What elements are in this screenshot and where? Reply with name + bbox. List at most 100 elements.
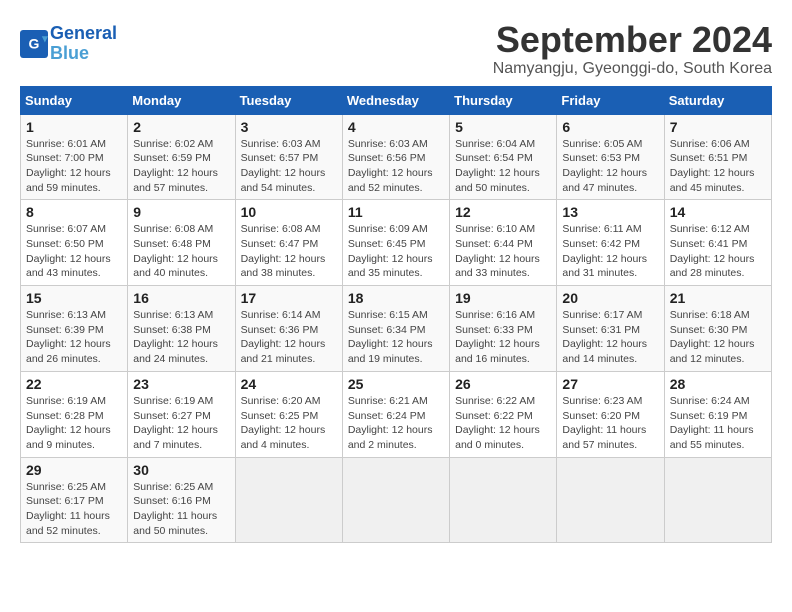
week-row-5: 29 Sunrise: 6:25 AM Sunset: 6:17 PM Dayli… (21, 457, 772, 543)
calendar-cell (450, 457, 557, 543)
logo: G GeneralBlue (20, 24, 117, 64)
logo-icon: G (20, 30, 48, 58)
day-number: 13 (562, 204, 658, 220)
day-number: 23 (133, 376, 229, 392)
weekday-header-row: SundayMondayTuesdayWednesdayThursdayFrid… (21, 86, 772, 114)
calendar-cell: 16 Sunrise: 6:13 AM Sunset: 6:38 PM Dayli… (128, 286, 235, 372)
calendar-cell: 23Sunrise: 6:19 AM Sunset: 6:27 PM Dayli… (128, 371, 235, 457)
day-info: Sunrise: 6:24 AM Sunset: 6:19 PM Dayligh… (670, 394, 766, 453)
weekday-header-monday: Monday (128, 86, 235, 114)
calendar-header: G GeneralBlue September 2024 Namyangju, … (20, 20, 772, 78)
day-info: Sunrise: 6:19 AM Sunset: 6:28 PM Dayligh… (26, 394, 122, 453)
calendar-cell: 6 Sunrise: 6:05 AM Sunset: 6:53 PM Daylig… (557, 114, 664, 200)
day-number: 17 (241, 290, 337, 306)
month-year-title: September 2024 (493, 20, 772, 60)
day-info: Sunrise: 6:03 AM Sunset: 6:57 PM Dayligh… (241, 137, 337, 196)
week-row-4: 22 Sunrise: 6:19 AM Sunset: 6:28 PM Dayli… (21, 371, 772, 457)
weekday-header-saturday: Saturday (664, 86, 771, 114)
day-info: Sunrise: 6:13 AM Sunset: 6:39 PM Dayligh… (26, 308, 122, 367)
day-number: 16 (133, 290, 229, 306)
calendar-cell: 30 Sunrise: 6:25 AM Sunset: 6:16 PM Dayli… (128, 457, 235, 543)
title-block: September 2024 Namyangju, Gyeonggi-do, S… (493, 20, 772, 78)
calendar-cell: 5Sunrise: 6:04 AM Sunset: 6:54 PM Daylig… (450, 114, 557, 200)
calendar-cell: 3 Sunrise: 6:03 AM Sunset: 6:57 PM Daylig… (235, 114, 342, 200)
day-info: Sunrise: 6:06 AM Sunset: 6:51 PM Dayligh… (670, 137, 766, 196)
day-info: Sunrise: 6:11 AM Sunset: 6:42 PM Dayligh… (562, 222, 658, 281)
day-number: 4 (348, 119, 444, 135)
day-info: Sunrise: 6:13 AM Sunset: 6:38 PM Dayligh… (133, 308, 229, 367)
day-info: Sunrise: 6:25 AM Sunset: 6:17 PM Dayligh… (26, 480, 122, 539)
day-info: Sunrise: 6:04 AM Sunset: 6:54 PM Dayligh… (455, 137, 551, 196)
day-number: 30 (133, 462, 229, 478)
day-info: Sunrise: 6:02 AM Sunset: 6:59 PM Dayligh… (133, 137, 229, 196)
day-info: Sunrise: 6:05 AM Sunset: 6:53 PM Dayligh… (562, 137, 658, 196)
day-info: Sunrise: 6:25 AM Sunset: 6:16 PM Dayligh… (133, 480, 229, 539)
day-number: 3 (241, 119, 337, 135)
day-number: 28 (670, 376, 766, 392)
day-number: 29 (26, 462, 122, 478)
calendar-table: SundayMondayTuesdayWednesdayThursdayFrid… (20, 86, 772, 544)
day-info: Sunrise: 6:16 AM Sunset: 6:33 PM Dayligh… (455, 308, 551, 367)
weekday-header-wednesday: Wednesday (342, 86, 449, 114)
logo-text: GeneralBlue (50, 24, 117, 64)
weekday-header-sunday: Sunday (21, 86, 128, 114)
day-number: 26 (455, 376, 551, 392)
calendar-cell: 12 Sunrise: 6:10 AM Sunset: 6:44 PM Dayli… (450, 200, 557, 286)
day-number: 10 (241, 204, 337, 220)
day-info: Sunrise: 6:01 AM Sunset: 7:00 PM Dayligh… (26, 137, 122, 196)
day-number: 19 (455, 290, 551, 306)
day-info: Sunrise: 6:15 AM Sunset: 6:34 PM Dayligh… (348, 308, 444, 367)
day-info: Sunrise: 6:08 AM Sunset: 6:48 PM Dayligh… (133, 222, 229, 281)
day-info: Sunrise: 6:22 AM Sunset: 6:22 PM Dayligh… (455, 394, 551, 453)
weekday-header-friday: Friday (557, 86, 664, 114)
day-info: Sunrise: 6:10 AM Sunset: 6:44 PM Dayligh… (455, 222, 551, 281)
location-subtitle: Namyangju, Gyeonggi-do, South Korea (493, 60, 772, 78)
day-info: Sunrise: 6:03 AM Sunset: 6:56 PM Dayligh… (348, 137, 444, 196)
calendar-cell: 11Sunrise: 6:09 AM Sunset: 6:45 PM Dayli… (342, 200, 449, 286)
day-number: 18 (348, 290, 444, 306)
day-info: Sunrise: 6:12 AM Sunset: 6:41 PM Dayligh… (670, 222, 766, 281)
day-number: 15 (26, 290, 122, 306)
day-number: 6 (562, 119, 658, 135)
day-info: Sunrise: 6:08 AM Sunset: 6:47 PM Dayligh… (241, 222, 337, 281)
day-number: 25 (348, 376, 444, 392)
calendar-cell: 28 Sunrise: 6:24 AM Sunset: 6:19 PM Dayli… (664, 371, 771, 457)
day-number: 8 (26, 204, 122, 220)
day-number: 7 (670, 119, 766, 135)
day-number: 1 (26, 119, 122, 135)
calendar-cell (235, 457, 342, 543)
calendar-cell: 17 Sunrise: 6:14 AM Sunset: 6:36 PM Dayli… (235, 286, 342, 372)
calendar-cell (557, 457, 664, 543)
week-row-1: 1 Sunrise: 6:01 AM Sunset: 7:00 PM Daylig… (21, 114, 772, 200)
day-info: Sunrise: 6:17 AM Sunset: 6:31 PM Dayligh… (562, 308, 658, 367)
calendar-cell: 20Sunrise: 6:17 AM Sunset: 6:31 PM Dayli… (557, 286, 664, 372)
day-number: 12 (455, 204, 551, 220)
calendar-cell: 18 Sunrise: 6:15 AM Sunset: 6:34 PM Dayli… (342, 286, 449, 372)
calendar-cell: 14Sunrise: 6:12 AM Sunset: 6:41 PM Dayli… (664, 200, 771, 286)
calendar-cell: 26 Sunrise: 6:22 AM Sunset: 6:22 PM Dayli… (450, 371, 557, 457)
day-number: 27 (562, 376, 658, 392)
day-number: 2 (133, 119, 229, 135)
day-info: Sunrise: 6:23 AM Sunset: 6:20 PM Dayligh… (562, 394, 658, 453)
day-info: Sunrise: 6:07 AM Sunset: 6:50 PM Dayligh… (26, 222, 122, 281)
calendar-cell: 15 Sunrise: 6:13 AM Sunset: 6:39 PM Dayli… (21, 286, 128, 372)
day-info: Sunrise: 6:09 AM Sunset: 6:45 PM Dayligh… (348, 222, 444, 281)
day-number: 22 (26, 376, 122, 392)
calendar-cell: 29 Sunrise: 6:25 AM Sunset: 6:17 PM Dayli… (21, 457, 128, 543)
calendar-cell (342, 457, 449, 543)
calendar-cell: 8 Sunrise: 6:07 AM Sunset: 6:50 PM Daylig… (21, 200, 128, 286)
weekday-header-thursday: Thursday (450, 86, 557, 114)
day-number: 9 (133, 204, 229, 220)
calendar-cell: 7 Sunrise: 6:06 AM Sunset: 6:51 PM Daylig… (664, 114, 771, 200)
calendar-cell: 24Sunrise: 6:20 AM Sunset: 6:25 PM Dayli… (235, 371, 342, 457)
day-info: Sunrise: 6:18 AM Sunset: 6:30 PM Dayligh… (670, 308, 766, 367)
day-info: Sunrise: 6:14 AM Sunset: 6:36 PM Dayligh… (241, 308, 337, 367)
svg-text:G: G (29, 35, 40, 51)
calendar-cell: 25Sunrise: 6:21 AM Sunset: 6:24 PM Dayli… (342, 371, 449, 457)
week-row-3: 15 Sunrise: 6:13 AM Sunset: 6:39 PM Dayli… (21, 286, 772, 372)
week-row-2: 8 Sunrise: 6:07 AM Sunset: 6:50 PM Daylig… (21, 200, 772, 286)
calendar-cell: 21Sunrise: 6:18 AM Sunset: 6:30 PM Dayli… (664, 286, 771, 372)
calendar-cell: 1 Sunrise: 6:01 AM Sunset: 7:00 PM Daylig… (21, 114, 128, 200)
calendar-cell: 4 Sunrise: 6:03 AM Sunset: 6:56 PM Daylig… (342, 114, 449, 200)
calendar-cell: 13 Sunrise: 6:11 AM Sunset: 6:42 PM Dayli… (557, 200, 664, 286)
